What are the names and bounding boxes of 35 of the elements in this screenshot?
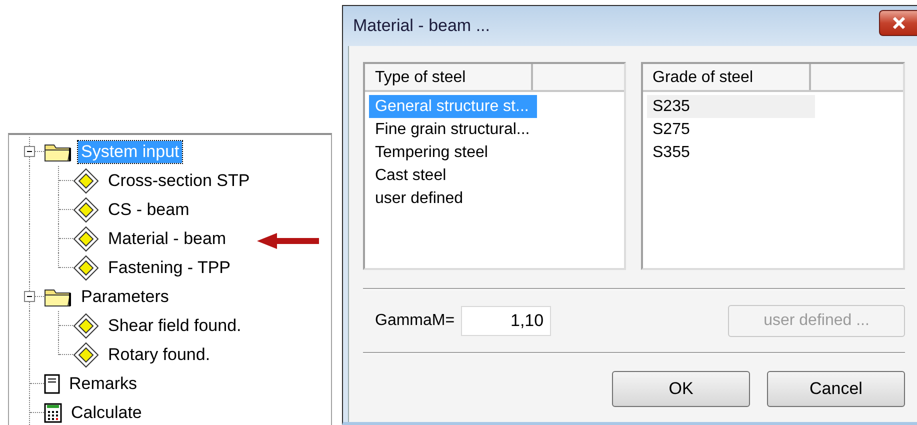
tree-item[interactable]: Shear field found. [105, 314, 244, 336]
collapse-toggle[interactable] [24, 291, 35, 302]
list-item[interactable]: S235 [646, 95, 814, 118]
list-item[interactable]: S275 [646, 118, 814, 141]
tree-item[interactable]: CS - beam [105, 198, 192, 220]
calculator-icon [44, 402, 62, 422]
list-item[interactable]: S355 [646, 141, 814, 164]
tree-item[interactable]: Material - beam [105, 228, 230, 250]
diamond-icon [73, 342, 99, 368]
diamond-icon [73, 226, 99, 252]
gamma-input[interactable]: 1,10 [460, 306, 551, 336]
diamond-icon [73, 312, 99, 338]
tree-item[interactable]: Calculate [68, 402, 145, 424]
list-item[interactable]: user defined [369, 187, 537, 210]
tree-item[interactable]: Parameters [78, 286, 172, 308]
folder-icon [44, 286, 72, 306]
dialog-button[interactable]: Cancel [767, 371, 905, 407]
diamond-icon [73, 254, 99, 280]
tree-item[interactable]: Rotary found. [105, 344, 214, 366]
close-button[interactable] [879, 10, 917, 36]
diamond-icon [73, 196, 99, 222]
tree-item[interactable]: Fastening - TPP [105, 256, 234, 278]
tree-item[interactable]: Cross-section STP [105, 170, 253, 192]
list-item[interactable]: Tempering steel [369, 141, 537, 164]
list-item[interactable]: Fine grain structural... [369, 118, 537, 141]
list-item[interactable]: Cast steel [369, 164, 537, 187]
document-icon [44, 374, 60, 394]
field-label: GammaM= [375, 312, 455, 330]
folder-icon [44, 142, 72, 162]
diamond-icon [73, 168, 99, 194]
collapse-toggle[interactable] [24, 146, 35, 157]
close-icon [892, 17, 906, 29]
dialog-title: Material - beam ... [353, 16, 490, 36]
tree-item[interactable]: Remarks [66, 372, 140, 394]
dialog-button[interactable]: OK [612, 371, 750, 407]
